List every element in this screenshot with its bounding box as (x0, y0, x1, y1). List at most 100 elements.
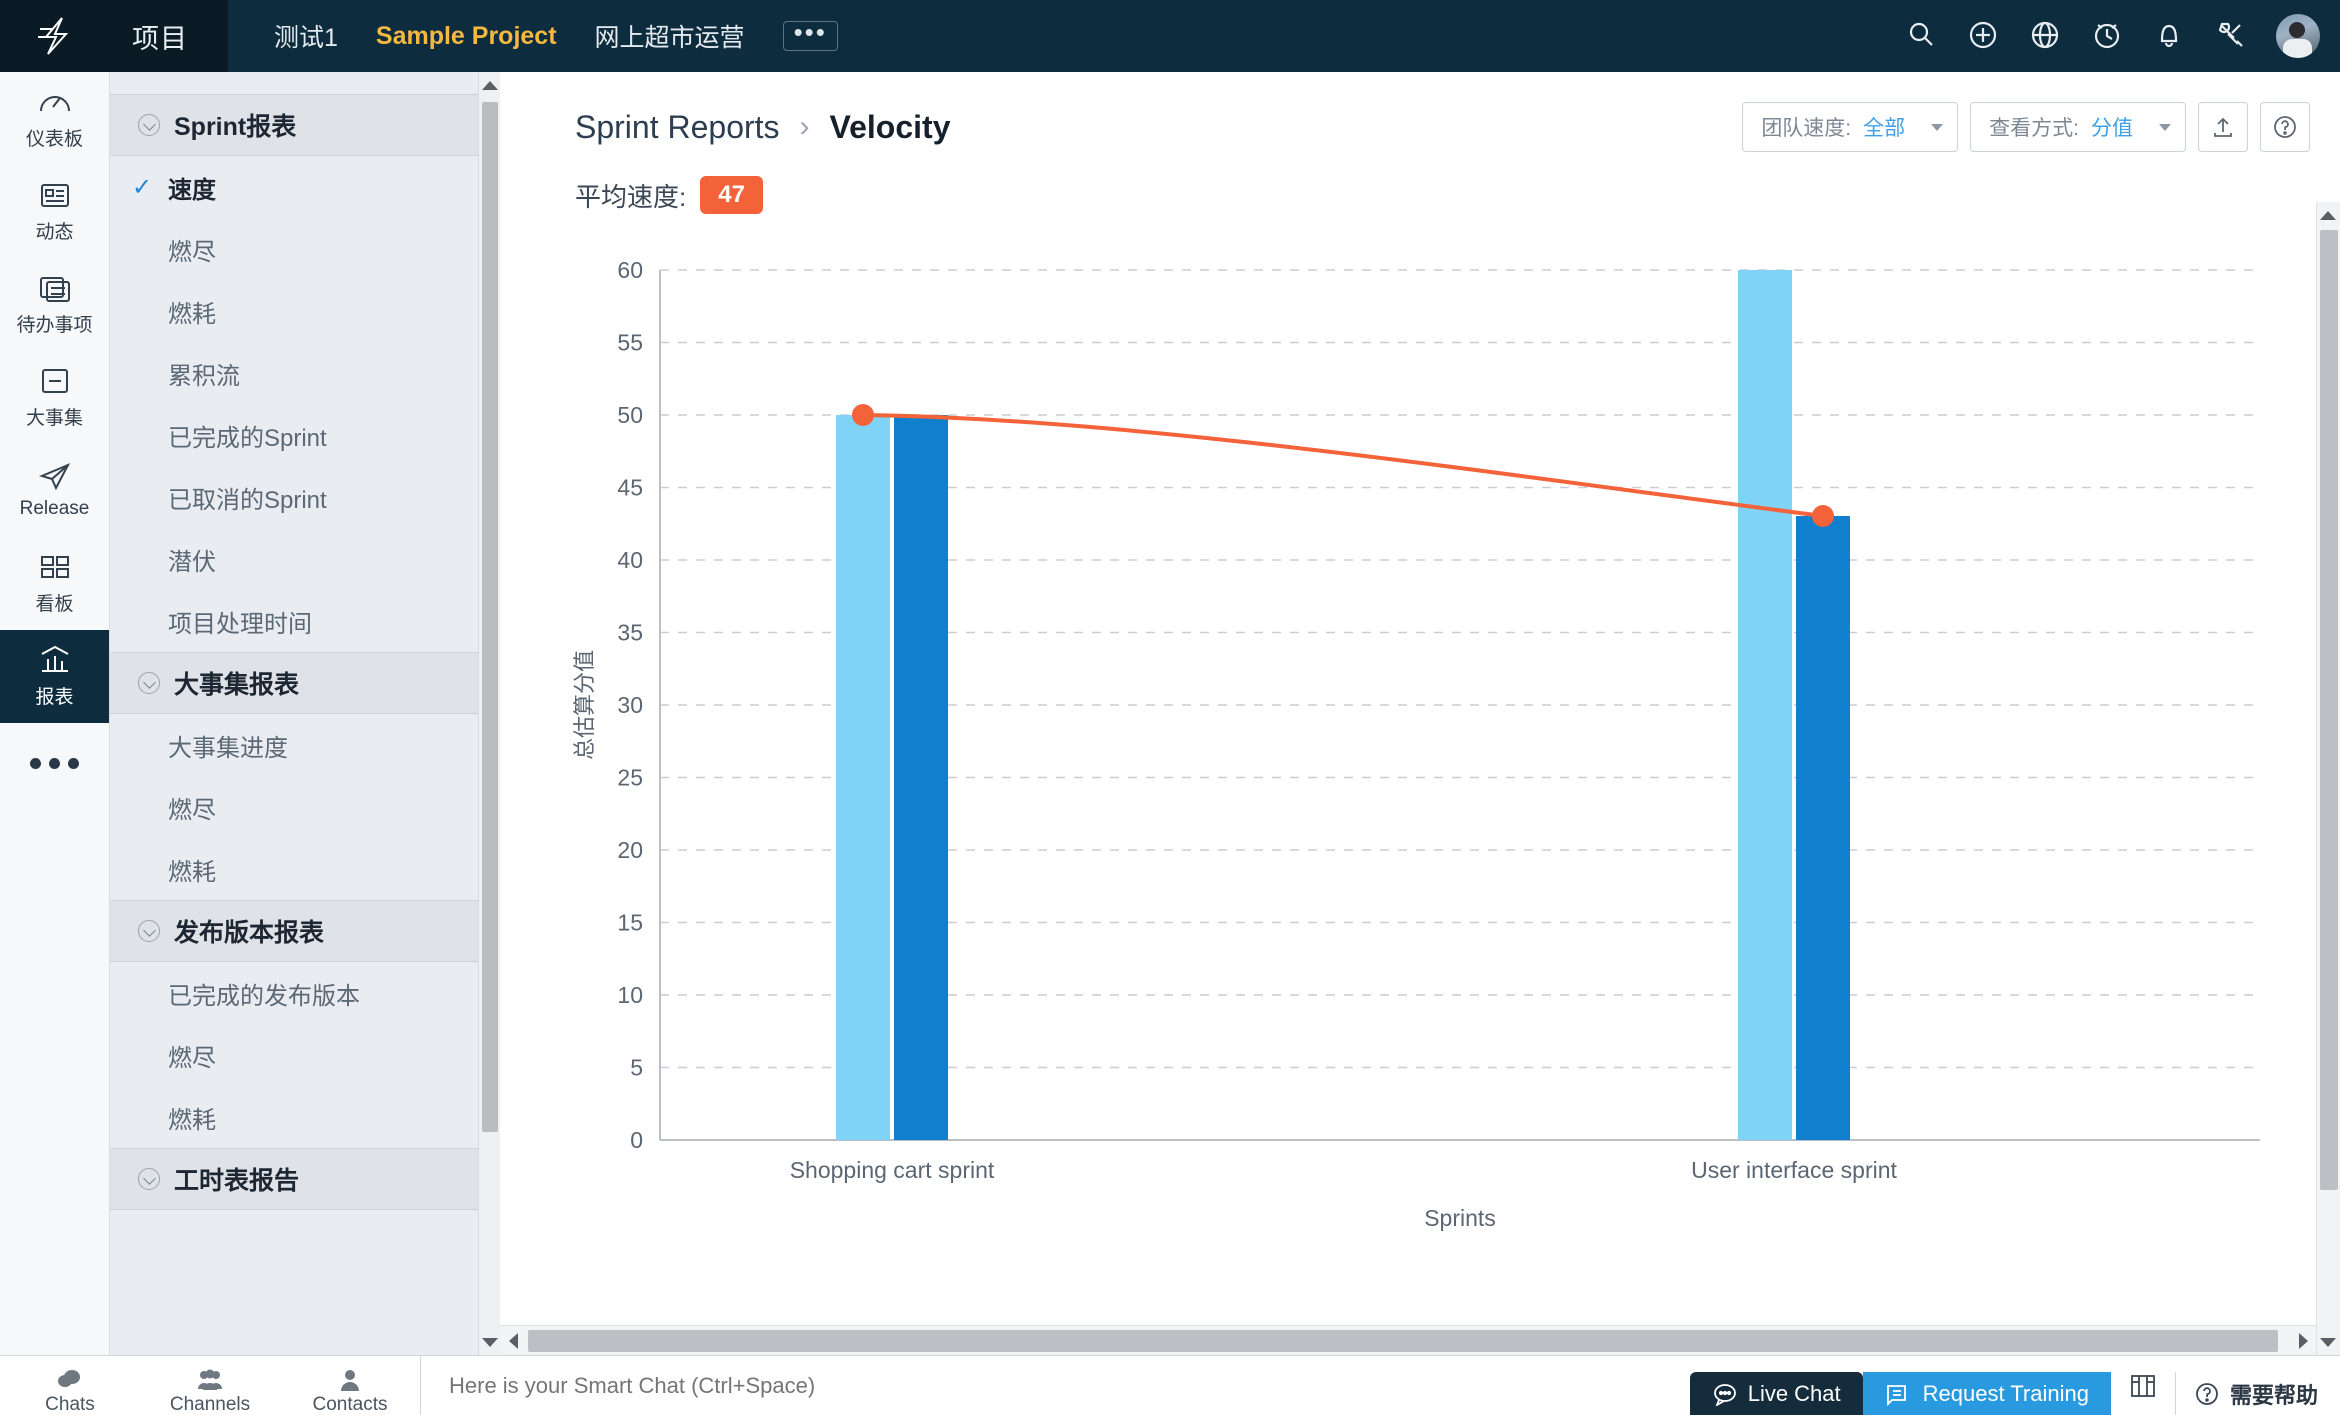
rail-item-dashboard[interactable]: 仪表板 (0, 72, 109, 165)
project-tab-3[interactable]: 网上超市运营 (595, 18, 745, 54)
subnav-item-release-burnup[interactable]: 燃耗 (110, 1086, 499, 1148)
subnav-item-cumulative-flow[interactable]: 累积流 (110, 342, 499, 404)
tools-icon[interactable] (2214, 18, 2250, 54)
svg-text:30: 30 (617, 692, 643, 718)
chart-y-axis-title: 总估算分值 (572, 650, 597, 760)
main-vscroll-thumb[interactable] (2320, 230, 2338, 1190)
user-avatar[interactable] (2276, 14, 2320, 58)
velocity-point-group-1[interactable] (852, 404, 874, 426)
subnav-item-burnup[interactable]: 燃耗 (110, 280, 499, 342)
rail-label-reports: 报表 (35, 686, 74, 708)
subnav-group-sprint-reports[interactable]: Sprint报表 (110, 94, 499, 156)
rail-item-board[interactable]: 看板 (0, 537, 109, 630)
project-tab-2[interactable]: Sample Project (376, 22, 557, 51)
main-horizontal-scrollbar[interactable] (500, 1325, 2316, 1355)
view-by-select[interactable]: 查看方式: 分值 (1970, 102, 2186, 152)
subnav-group-title: 发布版本报表 (174, 919, 325, 947)
chatnav-label: Chats (45, 1393, 95, 1415)
scroll-left-arrow-icon[interactable] (500, 1326, 526, 1356)
bell-icon[interactable] (2152, 18, 2188, 54)
svg-text:55: 55 (617, 330, 643, 356)
chatnav-item-contacts[interactable]: Contacts (280, 1360, 420, 1415)
rail-item-backlog[interactable]: 待办事项 (0, 258, 109, 351)
subnav-item-completed-release[interactable]: 已完成的发布版本 (110, 962, 499, 1024)
team-velocity-label: 团队速度: (1761, 117, 1852, 140)
team-velocity-select[interactable]: 团队速度: 全部 (1742, 102, 1959, 152)
chatnav-item-channels[interactable]: Channels (140, 1360, 280, 1415)
svg-text:45: 45 (617, 475, 643, 501)
search-icon[interactable] (1904, 18, 1940, 54)
subnav-scrollbar[interactable] (478, 72, 500, 1355)
subnav-item-label: 燃尽 (168, 238, 216, 266)
velocity-point-group-2[interactable] (1812, 505, 1834, 527)
subnav-group-epic-reports[interactable]: 大事集报表 (110, 652, 499, 714)
rail-label-release: Release (19, 498, 90, 519)
clock-icon[interactable] (2090, 18, 2126, 54)
scroll-right-arrow-icon[interactable] (2290, 1326, 2316, 1356)
scroll-up-arrow-icon[interactable] (479, 72, 501, 98)
chevron-down-icon (138, 920, 160, 942)
subnav-item-cancelled-sprint[interactable]: 已取消的Sprint (110, 466, 499, 528)
rail-more-button[interactable] (0, 723, 109, 803)
need-help-button[interactable]: 需要帮助 (2174, 1371, 2340, 1415)
main-vertical-scrollbar[interactable] (2316, 202, 2340, 1355)
add-circle-icon[interactable] (1966, 18, 2002, 54)
help-button[interactable] (2260, 102, 2310, 152)
project-tabs-more-button[interactable]: ••• (782, 19, 838, 51)
globe-icon[interactable] (2028, 18, 2064, 54)
project-tab-1[interactable]: 测试1 (274, 18, 338, 54)
subnav-item-epic-burndown[interactable]: 燃尽 (110, 776, 499, 838)
bar-committed-group-2[interactable] (1738, 270, 1792, 1140)
request-training-button[interactable]: Request Training (1862, 1371, 2111, 1415)
question-circle-icon (2196, 1382, 2218, 1405)
subnav-item-velocity[interactable]: 速度 (110, 156, 499, 218)
subnav-item-release-burndown[interactable]: 燃尽 (110, 1024, 499, 1086)
export-button[interactable] (2198, 102, 2248, 152)
team-velocity-value: 全部 (1863, 117, 1906, 140)
rail-item-reports[interactable]: 报表 (0, 630, 109, 723)
rail-item-feed[interactable]: 动态 (0, 165, 109, 258)
training-icon (1886, 1384, 1906, 1406)
header-actions: 团队速度: 全部 查看方式: 分值 (1742, 102, 2310, 152)
rail-item-epic[interactable]: 大事集 (0, 351, 109, 444)
subnav-item-label: 已取消的Sprint (168, 486, 327, 514)
rail-label-dashboard: 仪表板 (25, 128, 83, 150)
project-word: 项目 (132, 23, 188, 54)
smart-chat-bar[interactable] (420, 1355, 1690, 1415)
subnav-item-lead-time[interactable]: 项目处理时间 (110, 590, 499, 652)
scroll-down-arrow-icon[interactable] (2317, 1329, 2339, 1355)
scroll-down-arrow-icon[interactable] (479, 1329, 501, 1355)
rail-label-epic: 大事集 (25, 407, 83, 429)
subnav-item-burndown[interactable]: 燃尽 (110, 218, 499, 280)
main-hscroll-thumb[interactable] (528, 1330, 2278, 1352)
subnav-group-timesheet-reports[interactable]: 工时表报告 (110, 1148, 499, 1210)
chatnav-item-chats[interactable]: Chats (0, 1360, 140, 1415)
project-module-label[interactable]: 项目 (110, 0, 228, 72)
live-chat-button[interactable]: Live Chat (1689, 1371, 1863, 1415)
subnav-item-latency[interactable]: 潜伏 (110, 528, 499, 590)
subnav-group-release-reports[interactable]: 发布版本报表 (110, 900, 499, 962)
smart-chat-input[interactable] (449, 1372, 1690, 1399)
subnav-item-completed-sprint[interactable]: 已完成的Sprint (110, 404, 499, 466)
chat-navigation: Chats Channels Contacts (0, 1356, 420, 1415)
top-navigation-bar: 项目 测试1 Sample Project 网上超市运营 ••• (0, 0, 2340, 72)
subnav-item-epic-progress[interactable]: 大事集进度 (110, 714, 499, 776)
panel-layout-button[interactable] (2111, 1373, 2175, 1399)
svg-text:5: 5 (630, 1055, 643, 1081)
rail-label-feed: 动态 (35, 221, 74, 243)
scroll-up-arrow-icon[interactable] (2317, 202, 2339, 228)
bar-committed-group-1[interactable] (836, 415, 890, 1140)
bar-completed-group-1[interactable] (894, 415, 948, 1140)
brand-logo-area[interactable] (0, 0, 110, 72)
bar-completed-group-2[interactable] (1796, 516, 1850, 1140)
svg-text:20: 20 (617, 837, 643, 863)
subnav-scroll-thumb[interactable] (482, 102, 498, 1132)
project-tabs: 测试1 Sample Project 网上超市运营 ••• (228, 0, 838, 72)
breadcrumb-parent[interactable]: Sprint Reports (575, 109, 780, 146)
rail-more-dot (30, 757, 41, 769)
view-by-label: 查看方式: (1989, 117, 2079, 140)
subnav-item-epic-burnup[interactable]: 燃耗 (110, 838, 499, 900)
rail-item-release[interactable]: Release (0, 444, 109, 537)
zoho-sprints-logo-icon (32, 13, 78, 59)
request-training-label: Request Training (1922, 1380, 2089, 1406)
